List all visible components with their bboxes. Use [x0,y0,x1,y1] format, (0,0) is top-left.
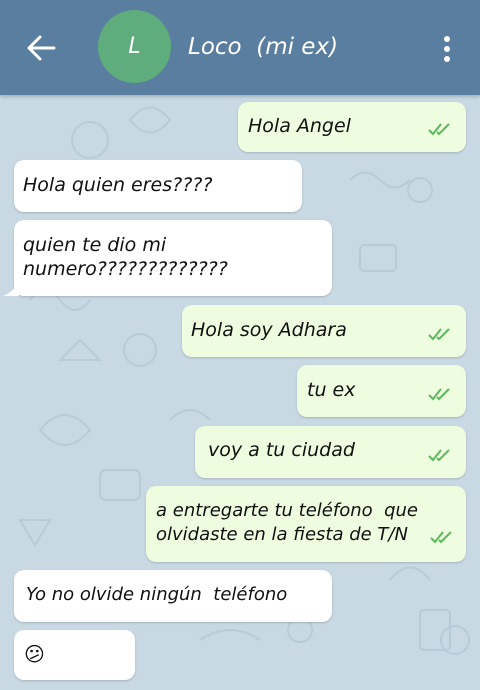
message-text: voy a tu ciudad [208,439,355,461]
read-ticks-icon [428,328,450,341]
back-arrow-icon[interactable] [26,34,56,62]
incoming-message[interactable]: 😕 [14,630,135,680]
incoming-message[interactable]: Yo no olvide ningún teléfono [14,570,332,622]
message-text: tu ex [307,379,356,401]
message-text: Hola quien eres???? [23,174,213,196]
chat-header: L Loco (mi ex) [0,0,480,95]
incoming-message[interactable]: Hola quien eres???? [14,160,302,212]
read-ticks-icon [428,449,450,462]
incoming-message[interactable]: quien te dio mi numero????????????? [14,220,332,296]
outgoing-message[interactable]: a entregarte tu teléfono que olvidaste e… [146,486,466,562]
message-text: Hola soy Adhara [191,319,347,341]
message-emoji: 😕 [24,642,45,666]
outgoing-message[interactable]: voy a tu ciudad [195,426,466,478]
outgoing-message[interactable]: Hola Angel [238,102,466,152]
message-text: Hola Angel [248,115,351,137]
outgoing-message[interactable]: tu ex [297,365,466,417]
contact-avatar[interactable]: L [98,10,171,83]
outgoing-message[interactable]: Hola soy Adhara [182,305,466,357]
read-ticks-icon [430,531,452,544]
read-ticks-icon [428,388,450,401]
read-ticks-icon [428,123,450,136]
more-options-icon[interactable] [438,34,456,64]
message-text: quien te dio mi numero????????????? [23,234,228,280]
bubble-tail [3,282,19,296]
contact-name[interactable]: Loco (mi ex) [188,34,338,60]
message-text: Yo no olvide ningún teléfono [26,584,288,605]
message-text: a entregarte tu teléfono que olvidaste e… [156,500,418,545]
